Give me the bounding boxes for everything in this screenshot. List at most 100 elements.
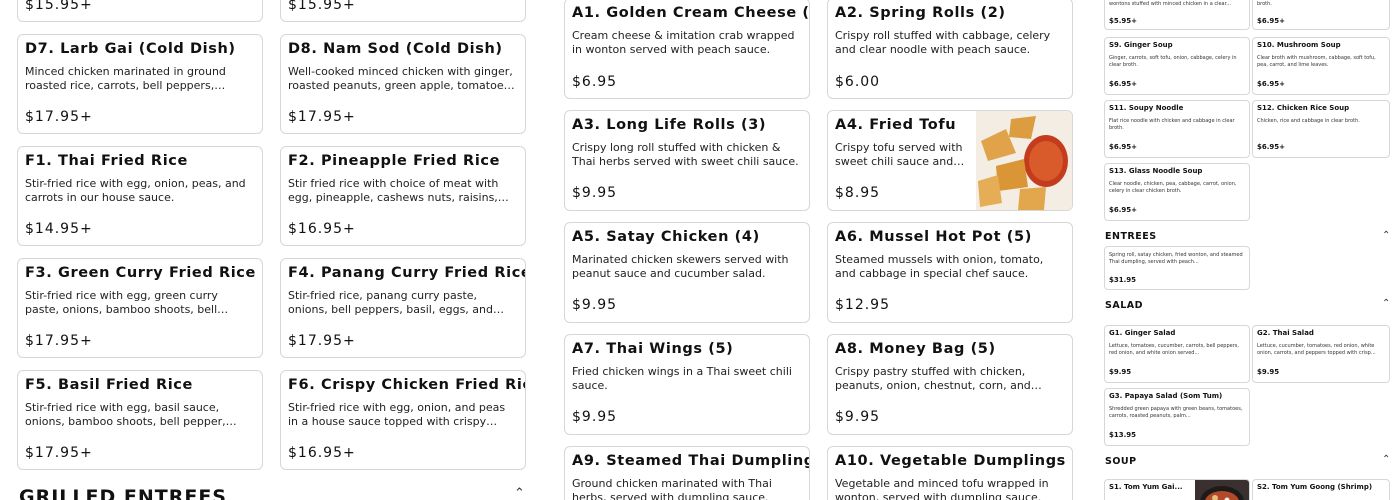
chevron-up-icon[interactable]: ⌃: [1382, 230, 1390, 241]
menu-card[interactable]: wontons stuffed with minced chicken in a…: [1104, 0, 1250, 30]
menu-card[interactable]: S9. Ginger Soup Ginger, carrots, soft to…: [1104, 37, 1250, 95]
menu-card[interactable]: A7. Thai Wings (5) Fried chicken wings i…: [564, 334, 810, 435]
item-description: Minced chicken marinated in ground roast…: [25, 65, 226, 92]
section-heading: SALAD: [1105, 300, 1143, 311]
chevron-up-icon[interactable]: ⌃: [1382, 454, 1390, 465]
item-description: Vegetable and minced tofu wrapped in won…: [835, 477, 1049, 500]
item-price: $9.95: [572, 409, 618, 425]
item-price: $6.95+: [1257, 80, 1286, 88]
menu-card[interactable]: S13. Glass Noodle Soup Clear noodle, chi…: [1104, 163, 1250, 221]
item-price: $17.95+: [25, 445, 93, 461]
item-price: $8.95: [835, 185, 881, 201]
item-price: $15.95+: [288, 0, 356, 13]
menu-card[interactable]: A6. Mussel Hot Pot (5) Steamed mussels w…: [827, 222, 1073, 323]
item-title: A5. Satay Chicken (4): [572, 229, 760, 245]
item-price: $15.95+: [25, 0, 93, 13]
menu-card[interactable]: D8. Nam Sod (Cold Dish) Well-cooked minc…: [280, 34, 526, 134]
item-price: $6.95+: [1109, 80, 1138, 88]
item-description: Stir-fried rice with egg, basil sauce, o…: [25, 401, 226, 428]
item-description: Crispy pastry stuffed with chicken, pean…: [835, 365, 1031, 392]
item-price: $12.95: [835, 297, 890, 313]
item-title: D7. Larb Gai (Cold Dish): [25, 41, 236, 57]
menu-card[interactable]: F6. Crispy Chicken Fried Rice Stir-fried…: [280, 370, 526, 470]
menu-card[interactable]: S12. Chicken Rice Soup Chicken, rice and…: [1252, 100, 1390, 158]
chevron-up-icon[interactable]: ⌃: [1382, 298, 1390, 309]
item-price: $6.00: [835, 74, 881, 90]
menu-card[interactable]: A10. Vegetable Dumplings (6) Vegetable a…: [827, 446, 1073, 500]
menu-card[interactable]: A2. Spring Rolls (2) Crispy roll stuffed…: [827, 0, 1073, 99]
menu-card[interactable]: G2. Thai Salad Lettuce, cucumber, tomato…: [1252, 325, 1390, 383]
menu-card[interactable]: A1. Golden Cream Cheese (5) Cream cheese…: [564, 0, 810, 99]
item-price: $9.95: [572, 297, 618, 313]
item-description: Stir-fried rice, panang curry paste, oni…: [288, 289, 493, 316]
menu-card[interactable]: S11. Soupy Noodle Flat rice noodle with …: [1104, 100, 1250, 158]
menu-card[interactable]: F4. Panang Curry Fried Rice Stir-fried r…: [280, 258, 526, 358]
item-price: $6.95+: [1257, 143, 1286, 151]
menu-card[interactable]: G3. Papaya Salad (Som Tum) Shredded gree…: [1104, 388, 1250, 446]
section-heading: ENTREES: [1105, 231, 1157, 242]
item-price: $5.95+: [1109, 17, 1138, 25]
menu-card[interactable]: $15.95+: [280, 0, 526, 22]
fried-tofu-image: [976, 111, 1072, 210]
item-price: $13.95: [1109, 431, 1137, 439]
menu-card[interactable]: F3. Green Curry Fried Rice Stir-fried ri…: [17, 258, 263, 358]
item-title: G2. Thai Salad: [1257, 329, 1314, 337]
item-description: Spring roll, satay chicken, fried wonton…: [1109, 252, 1243, 265]
menu-card[interactable]: A4. Fried Tofu Crispy tofu served with s…: [827, 110, 1073, 211]
item-title: F5. Basil Fried Rice: [25, 377, 193, 393]
item-title: A6. Mussel Hot Pot (5): [835, 229, 1032, 245]
chevron-up-icon[interactable]: ⌃: [514, 486, 525, 500]
item-price: $14.95+: [25, 221, 93, 237]
item-price: $9.95: [1109, 368, 1132, 376]
item-price: $9.95: [835, 409, 881, 425]
menu-card[interactable]: A3. Long Life Rolls (3) Crispy long roll…: [564, 110, 810, 211]
item-price: $17.95+: [288, 109, 356, 125]
middle-menu-column: A1. Golden Cream Cheese (5) Cream cheese…: [552, 0, 1084, 500]
menu-card[interactable]: A9. Steamed Thai Dumplings (4) Ground ch…: [564, 446, 810, 500]
item-description: Marinated chicken skewers served with pe…: [572, 253, 789, 280]
item-description: Stir fried rice with choice of meat with…: [288, 177, 499, 204]
item-description: Ginger, carrots, soft tofu, onion, cabba…: [1109, 55, 1237, 68]
item-price: $31.95: [1109, 276, 1137, 284]
item-price: $17.95+: [25, 109, 93, 125]
menu-card[interactable]: S10. Mushroom Soup Clear broth with mush…: [1252, 37, 1390, 95]
menu-card[interactable]: F1. Thai Fried Rice Stir-fried rice with…: [17, 146, 263, 246]
menu-card[interactable]: D7. Larb Gai (Cold Dish) Minced chicken …: [17, 34, 263, 134]
menu-card[interactable]: Spring roll, satay chicken, fried wonton…: [1104, 246, 1250, 290]
menu-card[interactable]: S1. Tom Yum Gai...: [1104, 479, 1250, 500]
item-description: wontons stuffed with minced chicken in a…: [1109, 1, 1231, 7]
left-menu-column: $15.95+ $15.95+ D7. Larb Gai (Cold Dish)…: [0, 0, 540, 500]
menu-card[interactable]: G1. Ginger Salad Lettuce, tomatoes, cucu…: [1104, 325, 1250, 383]
item-title: A3. Long Life Rolls (3): [572, 117, 767, 133]
item-price: $17.95+: [25, 333, 93, 349]
item-title: F6. Crispy Chicken Fried Rice: [288, 377, 526, 393]
item-description: Lettuce, tomatoes, cucumber, carrots, be…: [1109, 343, 1239, 356]
item-price: $9.95: [1257, 368, 1280, 376]
item-description: Shredded green papaya with green beans, …: [1109, 406, 1243, 419]
item-title: S11. Soupy Noodle: [1109, 104, 1184, 112]
item-description: Crispy roll stuffed with cabbage, celery…: [835, 29, 1051, 56]
item-description: Stir-fried rice with egg, onion, and pea…: [288, 401, 506, 428]
section-heading: SOUP: [1105, 456, 1137, 467]
item-description: Ground chicken marinated with Thai herbs…: [572, 477, 772, 500]
right-menu-column: wontons stuffed with minced chicken in a…: [1096, 0, 1400, 500]
item-title: D8. Nam Sod (Cold Dish): [288, 41, 503, 57]
item-title: S9. Ginger Soup: [1109, 41, 1173, 49]
item-description: Crispy tofu served with sweet chili sauc…: [835, 141, 963, 168]
section-heading: GRILLED ENTREES: [19, 486, 227, 500]
menu-card[interactable]: broth. $6.95+: [1252, 0, 1390, 30]
menu-card[interactable]: A5. Satay Chicken (4) Marinated chicken …: [564, 222, 810, 323]
item-title: A10. Vegetable Dumplings (6): [835, 453, 1073, 469]
menu-card[interactable]: F2. Pineapple Fried Rice Stir fried rice…: [280, 146, 526, 246]
menu-card[interactable]: S2. Tom Yum Goong (Shrimp): [1252, 479, 1390, 500]
item-price: $6.95+: [1109, 206, 1138, 214]
item-price: $6.95: [572, 74, 618, 90]
menu-card[interactable]: $15.95+: [17, 0, 263, 22]
item-title: G1. Ginger Salad: [1109, 329, 1176, 337]
item-description: Clear noodle, chicken, pea, cabbage, car…: [1109, 181, 1237, 194]
menu-card[interactable]: A8. Money Bag (5) Crispy pastry stuffed …: [827, 334, 1073, 435]
item-title: A7. Thai Wings (5): [572, 341, 734, 357]
item-title: G3. Papaya Salad (Som Tum): [1109, 392, 1223, 400]
item-description: Flat rice noodle with chicken and cabbag…: [1109, 118, 1235, 131]
menu-card[interactable]: F5. Basil Fried Rice Stir-fried rice wit…: [17, 370, 263, 470]
